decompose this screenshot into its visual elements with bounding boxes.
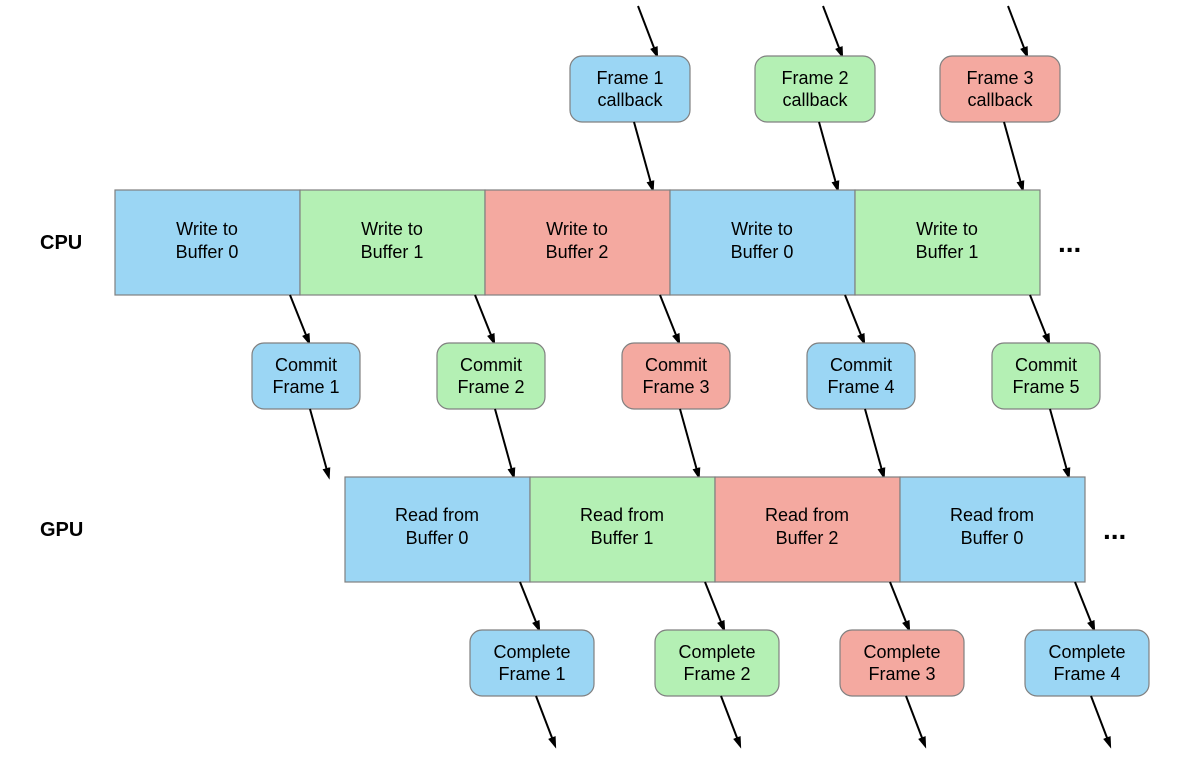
cpu-cell-3-line1: Write to [731,219,793,239]
arrow-commit-gpu-1 [310,409,328,474]
arrow-cpu-commit-2 [475,295,493,340]
complete-box-4 [1025,630,1149,696]
arrow-cpu-commit-5 [1030,295,1048,340]
commit-box-1-line2: Frame 1 [272,377,339,397]
complete-box-2-line1: Complete [678,642,755,662]
complete-box-4-line1: Complete [1048,642,1125,662]
cpu-cell-1-line1: Write to [361,219,423,239]
cpu-cell-2-line2: Buffer 2 [546,242,609,262]
complete-box-1-line2: Frame 1 [498,664,565,684]
arrow-in-callback-3 [1008,6,1026,53]
gpu-cell-2-line2: Buffer 2 [776,528,839,548]
gpu-cell-3-line2: Buffer 0 [961,528,1024,548]
callback-box-2 [755,56,875,122]
arrow-cpu-commit-4 [845,295,863,340]
cpu-cell-0-line1: Write to [176,219,238,239]
complete-box-1 [470,630,594,696]
callback-box-1 [570,56,690,122]
commit-box-1-line1: Commit [275,355,337,375]
arrow-out-complete-3 [906,696,924,743]
arrow-cpu-commit-1 [290,295,308,340]
commit-box-3-line2: Frame 3 [642,377,709,397]
cpu-label: CPU [40,232,82,254]
cpu-ellipsis: ... [1058,227,1081,258]
gpu-cell-0-line1: Read from [395,505,479,525]
callback-box-2-line2: callback [782,90,848,110]
arrow-out-complete-2 [721,696,739,743]
gpu-cell-1-line1: Read from [580,505,664,525]
arrow-out-complete-1 [536,696,554,743]
cpu-cell-2-line1: Write to [546,219,608,239]
complete-box-4-line2: Frame 4 [1053,664,1120,684]
commit-box-1 [252,343,360,409]
arrow-gpu-complete-2 [705,582,723,627]
gpu-cell-3-line1: Read from [950,505,1034,525]
commit-box-2 [437,343,545,409]
arrow-gpu-complete-1 [520,582,538,627]
arrow-commit-gpu-5 [1050,409,1068,474]
callback-box-3-line2: callback [967,90,1033,110]
callback-box-3-line1: Frame 3 [966,68,1033,88]
cpu-cell-4-line1: Write to [916,219,978,239]
complete-box-1-line1: Complete [493,642,570,662]
arrow-out-complete-4 [1091,696,1109,743]
gpu-cell-0-line2: Buffer 0 [406,528,469,548]
callback-box-2-line1: Frame 2 [781,68,848,88]
arrow-in-callback-1 [638,6,656,53]
complete-box-2-line2: Frame 2 [683,664,750,684]
gpu-cell-2-line1: Read from [765,505,849,525]
complete-box-3 [840,630,964,696]
cpu-cell-4-line2: Buffer 1 [916,242,979,262]
commit-box-5-line2: Frame 5 [1012,377,1079,397]
arrow-in-callback-2 [823,6,841,53]
commit-box-3 [622,343,730,409]
buffer-pipeline-diagram: CPU GPU Frame 1 callback Frame 2 callbac… [0,0,1186,761]
cpu-cell-3-line2: Buffer 0 [731,242,794,262]
arrow-gpu-complete-4 [1075,582,1093,627]
commit-box-3-line1: Commit [645,355,707,375]
cpu-cell-1-line2: Buffer 1 [361,242,424,262]
arrow-gpu-complete-3 [890,582,908,627]
complete-box-3-line2: Frame 3 [868,664,935,684]
gpu-label: GPU [40,519,83,541]
callback-box-1-line2: callback [597,90,663,110]
gpu-cell-1-line2: Buffer 1 [591,528,654,548]
callback-box-1-line1: Frame 1 [596,68,663,88]
arrow-commit-gpu-2 [495,409,513,474]
complete-box-2 [655,630,779,696]
commit-box-4 [807,343,915,409]
commit-box-2-line1: Commit [460,355,522,375]
commit-box-4-line2: Frame 4 [827,377,894,397]
callback-box-3 [940,56,1060,122]
cpu-cell-0-line2: Buffer 0 [176,242,239,262]
commit-box-5-line1: Commit [1015,355,1077,375]
arrow-commit-gpu-4 [865,409,883,474]
arrow-callback-cpu-3 [1004,122,1022,187]
gpu-ellipsis: ... [1103,514,1126,545]
arrow-commit-gpu-3 [680,409,698,474]
arrow-cpu-commit-3 [660,295,678,340]
commit-box-5 [992,343,1100,409]
complete-box-3-line1: Complete [863,642,940,662]
arrow-callback-cpu-2 [819,122,837,187]
commit-box-2-line2: Frame 2 [457,377,524,397]
commit-box-4-line1: Commit [830,355,892,375]
arrow-callback-cpu-1 [634,122,652,187]
